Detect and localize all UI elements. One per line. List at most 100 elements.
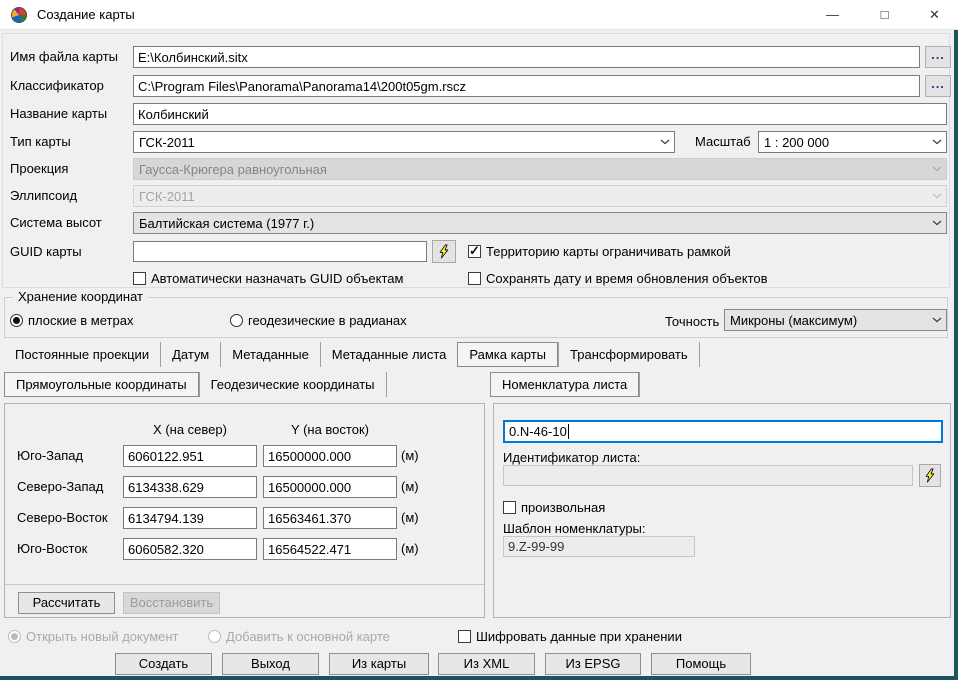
close-button[interactable]: ✕ (912, 0, 957, 29)
subtab-rectangular-coordinates[interactable]: Прямоугольные координаты (4, 372, 199, 397)
map-type-combo[interactable]: ГСК-2011 (133, 131, 675, 153)
sw-y-input[interactable] (263, 445, 397, 467)
nomenclature-subtabs: Номенклатура листа (490, 372, 640, 397)
y-column-header: Y (на восток) (259, 422, 401, 437)
dialog-content: Имя файла карты ... Классификатор ... На… (0, 30, 954, 676)
coordinate-subtabs: Прямоугольные координаты Геодезические к… (4, 372, 387, 397)
exit-button[interactable]: Выход (222, 653, 319, 675)
generate-guid-button[interactable] (432, 240, 456, 263)
limit-frame-checkbox[interactable]: Территорию карты ограничивать рамкой (468, 243, 731, 259)
projection-label: Проекция (10, 161, 68, 176)
save-datetime-checkbox[interactable]: Сохранять дату и время обновления объект… (468, 270, 768, 286)
tab-constant-projections[interactable]: Постоянные проекции (4, 342, 160, 367)
arbitrary-checkbox[interactable]: произвольная (503, 499, 605, 515)
nomenclature-input[interactable] (503, 420, 943, 443)
classifier-input[interactable] (133, 75, 920, 97)
sheet-nomenclature-panel: Идентификатор листа: произвольная Шаблон… (493, 403, 951, 618)
map-creation-dialog: Создание карты — □ ✕ Имя файла карты ...… (0, 0, 958, 680)
sw-x-input[interactable] (123, 445, 257, 467)
generate-sheet-id-button[interactable] (919, 464, 941, 487)
scale-label: Масштаб (695, 134, 751, 149)
template-label: Шаблон номенклатуры: (503, 521, 646, 536)
rectangular-coordinates-panel: X (на север) Y (на восток) Юго-Запад (м)… (4, 403, 485, 618)
checkbox-box (503, 501, 516, 514)
height-system-combo[interactable]: Балтийская система (1977 г.) (133, 212, 947, 234)
window-title: Создание карты (37, 0, 135, 29)
minimize-button[interactable]: — (810, 0, 855, 29)
chevron-down-icon (928, 166, 946, 172)
from-xml-button[interactable]: Из XML (438, 653, 535, 675)
checkbox-box (468, 245, 481, 258)
se-y-input[interactable] (263, 538, 397, 560)
guid-label: GUID карты (10, 244, 82, 259)
chevron-down-icon (928, 220, 946, 226)
corner-label-nw: Северо-Запад (17, 479, 103, 494)
ne-x-input[interactable] (123, 507, 257, 529)
window-edge (954, 30, 958, 680)
tab-separator (639, 372, 640, 397)
corner-label-ne: Северо-Восток (17, 510, 108, 525)
guid-input[interactable] (133, 241, 427, 262)
precision-combo[interactable]: Микроны (максимум) (724, 309, 947, 331)
nw-x-input[interactable] (123, 476, 257, 498)
subtab-geodesic-coordinates[interactable]: Геодезические координаты (199, 372, 386, 397)
ellipsoid-combo: ГСК-2011 (133, 185, 947, 207)
help-button[interactable]: Помощь (651, 653, 751, 675)
open-new-document-radio: Открыть новый документ (8, 628, 179, 644)
map-name-input[interactable] (133, 103, 947, 125)
encrypt-data-checkbox[interactable]: Шифровать данные при хранении (458, 628, 682, 644)
map-type-label: Тип карты (10, 134, 71, 149)
tab-transform[interactable]: Трансформировать (558, 342, 699, 367)
unit-label: (м) (401, 479, 419, 494)
geodesic-radians-radio[interactable]: геодезические в радианах (230, 312, 407, 328)
maximize-icon: □ (881, 7, 889, 22)
corner-label-sw: Юго-Запад (17, 448, 83, 463)
classifier-label: Классификатор (10, 78, 104, 93)
radio-dot (230, 314, 243, 327)
from-epsg-button[interactable]: Из EPSG (545, 653, 641, 675)
corner-label-se: Юго-Восток (17, 541, 87, 556)
browse-classifier-button[interactable]: ... (925, 75, 951, 97)
radio-dot (8, 630, 21, 643)
unit-label: (м) (401, 510, 419, 525)
radio-dot (10, 314, 23, 327)
panel-divider (5, 584, 484, 585)
lightning-icon (437, 244, 451, 259)
window-edge (0, 676, 958, 680)
map-name-label: Название карты (10, 106, 107, 121)
tab-map-frame[interactable]: Рамка карты (457, 342, 558, 367)
chevron-down-icon (928, 317, 946, 323)
file-name-input[interactable] (133, 46, 920, 68)
from-map-button[interactable]: Из карты (329, 653, 429, 675)
nw-y-input[interactable] (263, 476, 397, 498)
minimize-icon: — (826, 7, 839, 22)
subtab-sheet-nomenclature[interactable]: Номенклатура листа (490, 372, 639, 397)
radio-dot (208, 630, 221, 643)
scale-combo[interactable]: 1 : 200 000 (758, 131, 947, 153)
sheet-id-input (503, 465, 913, 486)
ne-y-input[interactable] (263, 507, 397, 529)
sheet-id-label: Идентификатор листа: (503, 450, 640, 465)
maximize-button[interactable]: □ (862, 0, 907, 29)
tab-datum[interactable]: Датум (160, 342, 220, 367)
projection-combo: Гаусса-Крюгера равноугольная (133, 158, 947, 180)
restore-button: Восстановить (123, 592, 220, 614)
auto-guid-checkbox[interactable]: Автоматически назначать GUID объектам (133, 270, 403, 286)
chevron-down-icon (928, 193, 946, 199)
unit-label: (м) (401, 541, 419, 556)
flat-meters-radio[interactable]: плоские в метрах (10, 312, 133, 328)
calculate-button[interactable]: Рассчитать (18, 592, 115, 614)
unit-label: (м) (401, 448, 419, 463)
ellipsoid-label: Эллипсоид (10, 188, 77, 203)
se-x-input[interactable] (123, 538, 257, 560)
checkbox-box (133, 272, 146, 285)
tab-sheet-metadata[interactable]: Метаданные листа (320, 342, 458, 367)
create-button[interactable]: Создать (115, 653, 212, 675)
tab-metadata[interactable]: Метаданные (220, 342, 320, 367)
tab-separator (386, 372, 387, 397)
file-name-label: Имя файла карты (10, 49, 118, 64)
chevron-down-icon (928, 139, 946, 145)
checkbox-box (458, 630, 471, 643)
add-to-main-map-radio: Добавить к основной карте (208, 628, 390, 644)
browse-file-button[interactable]: ... (925, 46, 951, 68)
